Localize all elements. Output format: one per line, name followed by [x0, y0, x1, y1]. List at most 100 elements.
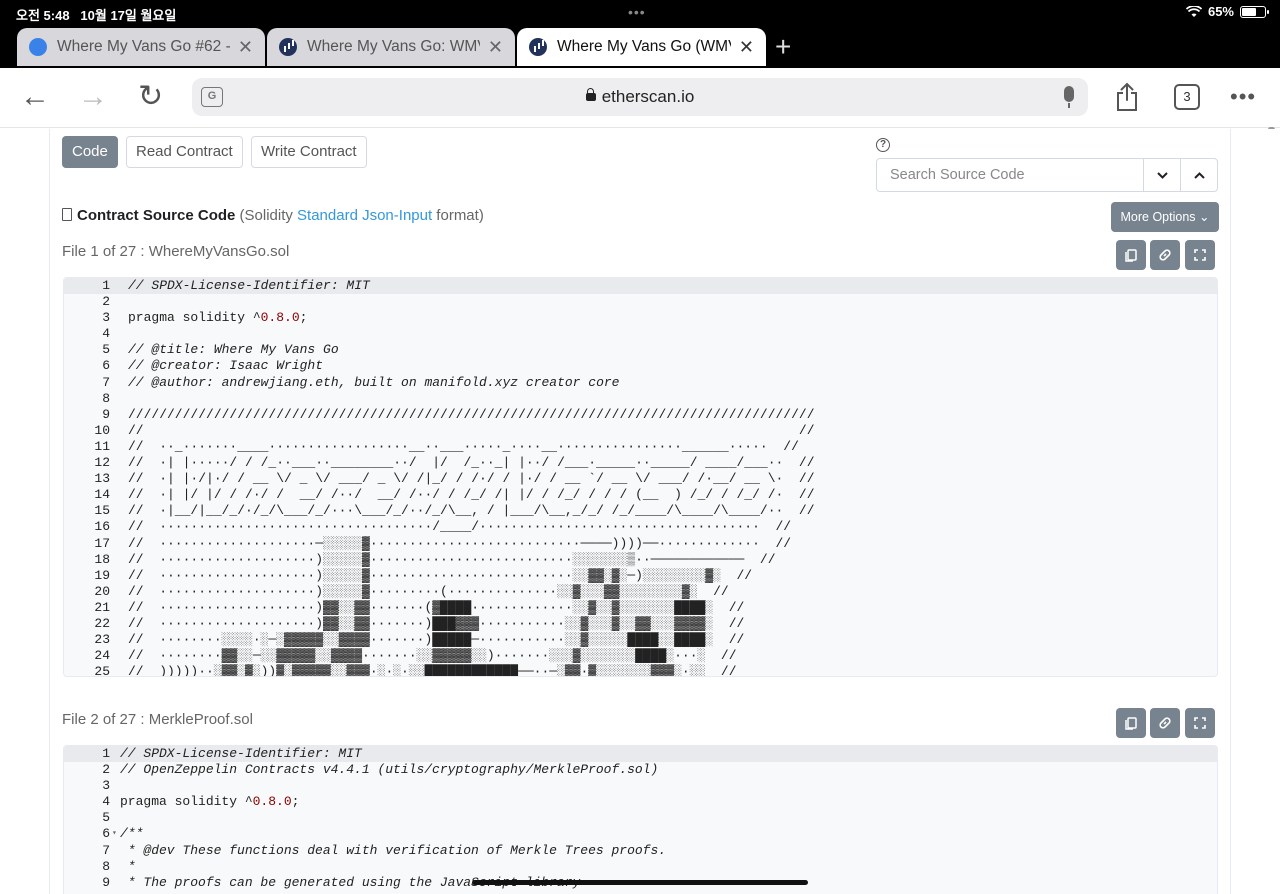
- code-line[interactable]: 22 // ····················)▓▓░░▓▓·······)…: [64, 616, 1217, 632]
- line-number: 5: [102, 342, 110, 358]
- link-icon: [1159, 249, 1171, 261]
- line-text: // ···································/_…: [128, 519, 792, 535]
- code-line[interactable]: 23 // ········░░░░·░─░▓▓▓▓▓░░▓▓▓▓·······)…: [64, 632, 1217, 648]
- json-input-link[interactable]: Standard Json-Input: [297, 207, 432, 224]
- status-right: 65%: [1185, 4, 1269, 19]
- tab-2-active[interactable]: Where My Vans Go (WMV ✕: [517, 28, 766, 66]
- code-line[interactable]: 14 // ·| |/ |/ / /·/ / __/ /··/ __/ /··/ …: [64, 487, 1217, 503]
- tab-0[interactable]: Where My Vans Go #62 - ✕: [17, 28, 265, 66]
- share-icon[interactable]: [1114, 82, 1140, 112]
- code-line[interactable]: 4: [64, 326, 1217, 342]
- source-search-group: [876, 158, 1218, 192]
- fullscreen-button[interactable]: [1185, 708, 1215, 738]
- copy-button[interactable]: [1116, 708, 1146, 738]
- line-number: 6: [102, 358, 110, 374]
- tab-1[interactable]: Where My Vans Go: WMV ✕: [267, 28, 515, 66]
- line-number: 2: [102, 762, 110, 778]
- permalink-button[interactable]: [1150, 240, 1180, 270]
- write-contract-button[interactable]: Write Contract: [251, 136, 367, 168]
- code-line[interactable]: 13 // ·| |·/|·/ / __ \/ _ \/ ___/ _ \/ /|…: [64, 471, 1217, 487]
- line-text: // @creator: Isaac Wright: [128, 358, 324, 374]
- url-host[interactable]: etherscan.io: [192, 87, 1088, 107]
- more-icon[interactable]: •••: [1230, 84, 1256, 110]
- code-editor-file-2[interactable]: 1 // SPDX-License-Identifier: MIT 2 // Open…: [63, 745, 1218, 894]
- copy-button[interactable]: [1116, 240, 1146, 270]
- code-line[interactable]: 1 // SPDX-License-Identifier: MIT: [64, 278, 1217, 295]
- code-tab-button[interactable]: Code: [62, 136, 118, 168]
- tab-overview-button[interactable]: 3: [1174, 84, 1200, 110]
- new-tab-button[interactable]: +: [775, 33, 791, 61]
- code-line[interactable]: 8: [64, 391, 1217, 407]
- line-number: 21: [94, 599, 110, 615]
- line-text: // SPDX-License-Identifier: MIT: [128, 278, 370, 293]
- etherscan-favicon-icon: [529, 38, 547, 56]
- code-line[interactable]: 10 // //: [64, 423, 1217, 439]
- more-options-button[interactable]: More Options ⌄: [1111, 202, 1219, 232]
- line-number: 6: [102, 826, 110, 842]
- fullscreen-button[interactable]: [1185, 240, 1215, 270]
- code-editor-file-1[interactable]: 1 // SPDX-License-Identifier: MIT 2 3 pragma…: [63, 277, 1218, 677]
- expand-icon: [1194, 249, 1206, 261]
- code-line[interactable]: 25 // )))))··░▓▓░▓░))▓░▓▓▓▓▓░░▓▓▓·░·░·░░█…: [64, 664, 1217, 677]
- code-line[interactable]: 7 * @dev These functions deal with verif…: [64, 843, 1217, 859]
- code-line[interactable]: 11 // ··_·······____··················__·…: [64, 439, 1217, 455]
- reload-icon[interactable]: ↻: [138, 82, 163, 112]
- help-icon[interactable]: ?: [876, 138, 890, 152]
- code-line[interactable]: 3: [64, 778, 1217, 794]
- permalink-button[interactable]: [1150, 708, 1180, 738]
- battery-icon: [1240, 5, 1269, 18]
- code-line[interactable]: 2 // OpenZeppelin Contracts v4.4.1 (utils…: [64, 762, 1217, 778]
- tab-title: Where My Vans Go: WMV: [307, 38, 480, 55]
- code-line[interactable]: 24 // ········▓▓░░─░░▓▓▓▓▓░░▓▓▓▓·······░░…: [64, 648, 1217, 664]
- close-tab-icon[interactable]: ✕: [238, 37, 253, 58]
- line-number: 1: [102, 746, 110, 761]
- code-line[interactable]: 5 // @title: Where My Vans Go: [64, 342, 1217, 358]
- code-line[interactable]: 16 // ···································…: [64, 519, 1217, 535]
- address-bar[interactable]: G etherscan.io: [192, 78, 1088, 116]
- code-line[interactable]: 20 // ····················)░░░░░▓········…: [64, 584, 1217, 600]
- line-text: // ····················)░░░░░▓·········(…: [128, 583, 729, 599]
- multitasking-dots-icon[interactable]: •••: [628, 4, 646, 20]
- browser-toolbar: ← → ↻ G etherscan.io 3 •••: [0, 68, 1280, 128]
- fold-toggle-icon[interactable]: ▾: [112, 826, 117, 842]
- line-number: 20: [94, 583, 110, 599]
- close-tab-icon[interactable]: ✕: [488, 37, 503, 58]
- line-text: // )))))··░▓▓░▓░))▓░▓▓▓▓▓░░▓▓▓·░·░·░░███…: [128, 664, 737, 677]
- code-line[interactable]: 4 pragma solidity ^0.8.0;: [64, 794, 1217, 810]
- code-line[interactable]: 8 *: [64, 859, 1217, 875]
- forward-arrow-icon[interactable]: →: [78, 82, 108, 112]
- code-line[interactable]: 9 ///////////////////////////////////////…: [64, 407, 1217, 423]
- search-next-button[interactable]: [1143, 159, 1180, 191]
- microphone-icon[interactable]: [1064, 86, 1074, 108]
- search-prev-button[interactable]: [1180, 159, 1217, 191]
- code-line[interactable]: 18 // ····················)░░░░░▓········…: [64, 552, 1217, 568]
- line-text: // ·| |·/|·/ / __ \/ _ \/ ___/ _ \/ /|_/…: [128, 471, 815, 487]
- line-number: 8: [102, 390, 110, 406]
- line-number: 10: [94, 422, 110, 438]
- back-arrow-icon[interactable]: ←: [20, 82, 50, 112]
- search-source-input[interactable]: [877, 159, 1143, 191]
- code-line[interactable]: 15 // ·|__/|__/_/·/_/\___/_/···\___/_/··/…: [64, 503, 1217, 519]
- copy-icon: [1125, 249, 1137, 262]
- code-line[interactable]: 17 // ····················─░░░░░▓········…: [64, 536, 1217, 552]
- line-number: 18: [94, 551, 110, 567]
- line-text: pragma solidity ^0.8.0;: [120, 794, 300, 810]
- line-number: 22: [94, 615, 110, 631]
- read-contract-button[interactable]: Read Contract: [126, 136, 243, 168]
- line-number: 3: [102, 310, 110, 326]
- code-line[interactable]: 6 // @creator: Isaac Wright: [64, 358, 1217, 374]
- code-line[interactable]: 1 // SPDX-License-Identifier: MIT: [64, 746, 1217, 763]
- code-line[interactable]: 19 // ····················)░░░░░▓········…: [64, 568, 1217, 584]
- code-line[interactable]: 6 ▾/**: [64, 826, 1217, 842]
- line-text: // ··_·······____··················__··_…: [128, 438, 799, 454]
- code-line[interactable]: 21 // ····················)▓▓░░▓▓·······(…: [64, 600, 1217, 616]
- code-line[interactable]: 2: [64, 294, 1217, 310]
- file-1-label: File 1 of 27 : WhereMyVansGo.sol: [62, 243, 290, 260]
- file-2-label: File 2 of 27 : MerkleProof.sol: [62, 711, 253, 728]
- code-line[interactable]: 12 // ·| |·····/ / /_··___··________··/ |…: [64, 455, 1217, 471]
- close-tab-icon[interactable]: ✕: [739, 37, 754, 58]
- code-line[interactable]: 7 // @author: andrewjiang.eth, built on m…: [64, 375, 1217, 391]
- code-line[interactable]: 3 pragma solidity ^0.8.0;: [64, 310, 1217, 326]
- code-line[interactable]: 5: [64, 810, 1217, 826]
- expand-icon: [1194, 717, 1206, 729]
